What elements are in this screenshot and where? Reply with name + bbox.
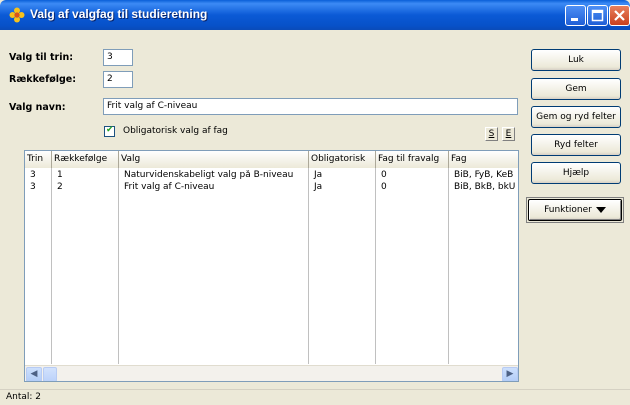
status-bar: Antal: 2	[0, 389, 630, 405]
minimize-icon	[571, 18, 578, 21]
valg-navn-input[interactable]: Frit valg af C-niveau	[103, 98, 518, 115]
column-header-obligatorisk[interactable]: Obligatorisk	[309, 151, 376, 168]
table-header: Trin Rækkefølge Valg Obligatorisk Fag ti…	[25, 151, 518, 168]
dropdown-arrow-icon	[595, 206, 606, 213]
s-button[interactable]: S	[485, 127, 498, 141]
funktioner-label: Funktioner	[544, 205, 592, 215]
scroll-right-icon[interactable]: ▶	[502, 367, 518, 381]
column-header-raekkefolge[interactable]: Rækkefølge	[52, 151, 119, 168]
obligatorisk-checkbox[interactable]: ✔	[104, 125, 115, 137]
raekkefolge-input[interactable]: 2	[103, 71, 133, 88]
cell-fag-til-fravalg: 0	[381, 170, 387, 180]
scroll-left-icon[interactable]: ◀	[26, 367, 42, 381]
title-bar[interactable]: Valg af valgfag til studieretning	[0, 0, 630, 30]
column-header-trin[interactable]: Trin	[25, 151, 52, 168]
column-header-fag-til-fravalg[interactable]: Fag til fravalg	[376, 151, 449, 168]
maximize-icon	[591, 9, 604, 22]
horizontal-scrollbar[interactable]: ◀ ▶	[25, 365, 518, 381]
obligatorisk-label: Obligatorisk valg af fag	[123, 126, 228, 136]
cell-fag: BiB, FyB, KeB	[454, 170, 514, 180]
column-divider	[375, 168, 376, 364]
funktioner-dropdown-button[interactable]: Funktioner	[528, 199, 622, 221]
gem-button[interactable]: Gem	[531, 78, 621, 100]
maximize-button[interactable]	[587, 5, 608, 26]
scrollbar-thumb[interactable]	[43, 367, 57, 381]
trin-label: Valg til trin:	[9, 52, 74, 63]
column-header-valg[interactable]: Valg	[119, 151, 309, 168]
close-button[interactable]	[609, 5, 630, 26]
table-row[interactable]: 3 2 Frit valg af C-niveau Ja 0 BiB, BkB,…	[25, 182, 518, 194]
window-title: Valg af valgfag til studieretning	[30, 7, 208, 21]
raekkefolge-label: Rækkefølge:	[9, 74, 77, 85]
cell-obligatorisk: Ja	[314, 182, 323, 192]
main-window: Valg af valgfag til studieretning Valg t…	[0, 0, 630, 405]
column-divider	[118, 168, 119, 364]
record-count: Antal: 2	[6, 392, 42, 402]
cell-obligatorisk: Ja	[314, 170, 323, 180]
cell-raekkefolge: 2	[57, 182, 63, 192]
checkmark-icon: ✔	[106, 125, 114, 135]
cell-valg: Naturvidenskabeligt valg på B-niveau	[124, 170, 294, 180]
gem-og-ryd-button[interactable]: Gem og ryd felter	[531, 106, 621, 128]
valg-navn-label: Valg navn:	[9, 102, 66, 113]
cell-trin: 3	[30, 170, 36, 180]
hjaelp-button[interactable]: Hjælp	[531, 162, 621, 184]
cell-trin: 3	[30, 182, 36, 192]
ryd-felter-button[interactable]: Ryd felter	[531, 134, 621, 156]
trin-input[interactable]: 3	[103, 49, 133, 66]
cell-valg: Frit valg af C-niveau	[124, 182, 215, 192]
minimize-button[interactable]	[565, 5, 586, 26]
column-divider	[308, 168, 309, 364]
app-flower-icon	[9, 7, 25, 23]
luk-button[interactable]: Luk	[531, 49, 621, 71]
column-divider	[448, 168, 449, 364]
cell-fag: BiB, BkB, bkU	[454, 182, 516, 192]
close-icon	[614, 10, 625, 21]
column-header-fag[interactable]: Fag	[449, 151, 518, 168]
e-button[interactable]: E	[502, 127, 515, 141]
table-row[interactable]: 3 1 Naturvidenskabeligt valg på B-niveau…	[25, 170, 518, 182]
cell-fag-til-fravalg: 0	[381, 182, 387, 192]
valg-table[interactable]: Trin Rækkefølge Valg Obligatorisk Fag ti…	[24, 150, 519, 382]
column-divider	[51, 168, 52, 364]
cell-raekkefolge: 1	[57, 170, 63, 180]
